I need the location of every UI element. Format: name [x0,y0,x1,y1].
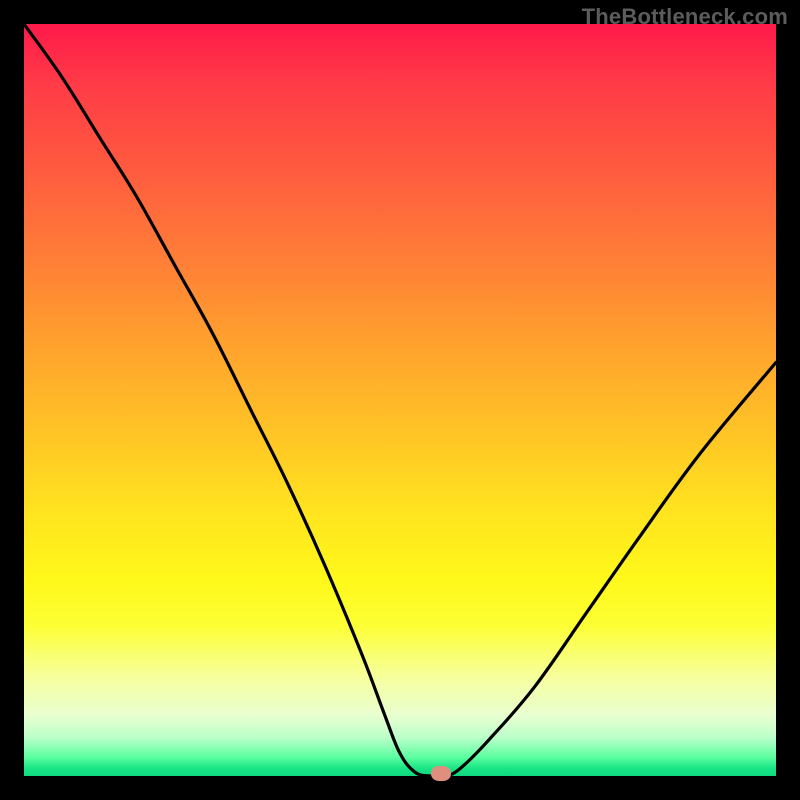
bottleneck-curve [24,24,776,776]
plot-area [24,24,776,776]
optimum-marker [431,766,451,781]
chart-frame: TheBottleneck.com [0,0,800,800]
